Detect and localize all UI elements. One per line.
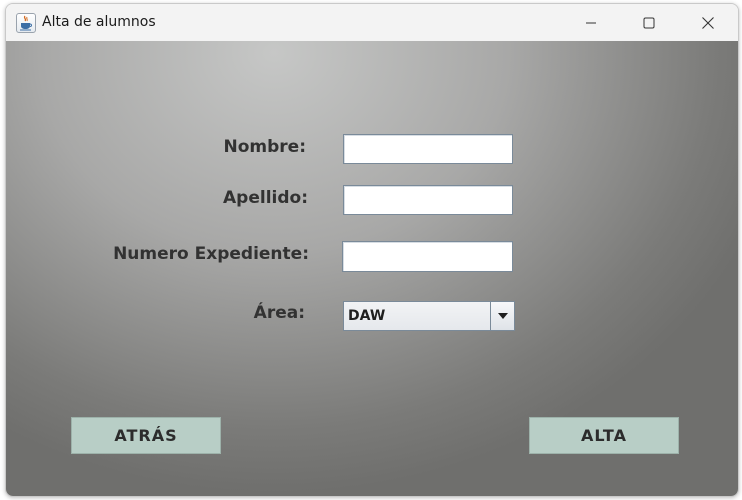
- apellido-label: Apellido:: [223, 188, 308, 208]
- window-title: Alta de alumnos: [42, 14, 156, 30]
- maximize-icon: [643, 17, 655, 28]
- close-icon: [702, 16, 714, 29]
- area-label: Área:: [253, 303, 305, 323]
- area-select[interactable]: DAW: [343, 301, 515, 331]
- submit-button[interactable]: ALTA: [529, 417, 679, 454]
- maximize-button[interactable]: [626, 4, 672, 41]
- form-panel: Nombre: Apellido: Numero Expediente: Áre…: [6, 41, 738, 496]
- minimize-icon: [586, 22, 596, 23]
- apellido-input[interactable]: [343, 185, 513, 215]
- back-button[interactable]: ATRÁS: [71, 417, 221, 454]
- expediente-input[interactable]: [342, 241, 513, 272]
- nombre-input[interactable]: [343, 134, 513, 164]
- area-dropdown-button[interactable]: [490, 302, 514, 330]
- java-cup-icon: [16, 13, 36, 33]
- close-button[interactable]: [685, 4, 731, 41]
- minimize-button[interactable]: [568, 4, 614, 41]
- area-selected-value: DAW: [348, 308, 386, 324]
- nombre-label: Nombre:: [223, 137, 306, 157]
- expediente-label: Numero Expediente:: [113, 244, 309, 264]
- app-window: Alta de alumnos Nombre: Apellido: Numero…: [5, 3, 739, 497]
- title-bar[interactable]: Alta de alumnos: [6, 4, 738, 41]
- chevron-down-icon: [497, 313, 508, 319]
